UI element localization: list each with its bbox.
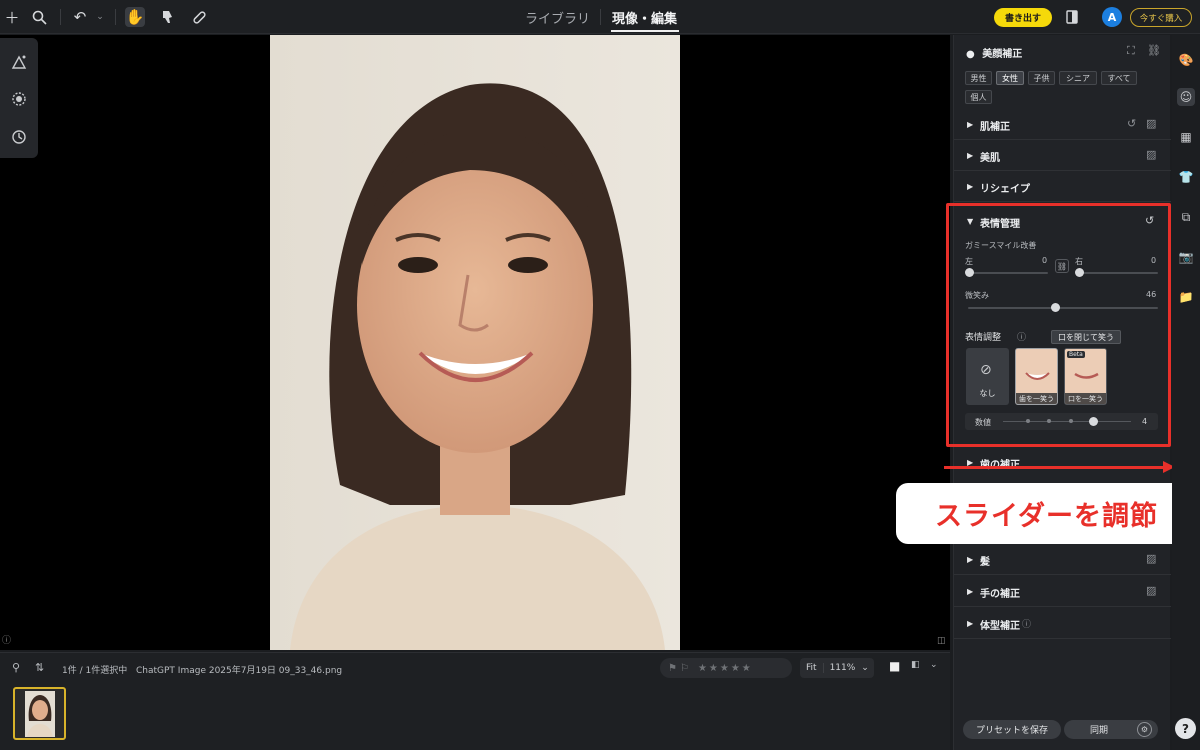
section-skin[interactable]: ▶ 肌補正 ↺ ▨ [954,110,1171,140]
face-detect-icon[interactable]: ⛶ [1127,44,1135,58]
palette-icon[interactable]: 🎨 [1177,51,1195,69]
background-icon[interactable]: ▦ [1177,128,1195,146]
undo-icon[interactable]: ↶ [70,7,90,27]
disable-icon[interactable]: ▨ [1146,552,1156,565]
section-teeth[interactable]: ▶ 歯の補正 [954,448,1171,478]
star-rating[interactable]: ★★★★★ [698,663,753,674]
expand-arrow-icon: ▶ [967,182,974,191]
tab-library[interactable]: ライブラリ [525,8,590,27]
buy-now-button[interactable]: 今すぐ購入 [1130,8,1192,27]
avatar[interactable]: A [1102,7,1122,27]
annotation-highlight-box [946,203,1171,447]
section-reshape[interactable]: ▶ リシェイプ [954,172,1171,202]
face-icon: ● [966,49,975,60]
reset-icon[interactable]: ↺ [1127,117,1136,130]
module-icon-column: 🎨 ☺ ▦ 👕 ⧉ 📷 📁 [1172,35,1200,750]
zoom-control[interactable]: Fit 111% ⌄ [800,658,874,678]
annotation-callout: スライダーを調節 [896,483,1197,544]
tab-develop[interactable]: 現像・編集 [612,8,677,27]
filter-male[interactable]: 男性 [965,71,992,85]
filter-child[interactable]: 子供 [1028,71,1055,85]
expand-arrow-icon: ▶ [967,120,974,129]
dislike-icon[interactable] [157,7,177,27]
image-canvas[interactable]: ⓘ ◫ [0,35,950,650]
help-button[interactable]: ? [1175,718,1196,739]
auto-adjust-icon[interactable] [9,52,29,72]
disable-icon[interactable]: ▨ [1146,584,1156,597]
mask-icon[interactable] [9,89,29,109]
fit-button[interactable]: Fit [800,663,824,673]
single-view-icon[interactable]: ■ [889,659,900,673]
info-icon[interactable]: ⓘ [2,633,11,646]
filter-senior[interactable]: シニア [1059,71,1097,85]
save-preset-button[interactable]: プリセットを保存 [963,720,1061,739]
help-icon[interactable]: ⓘ [1022,617,1031,630]
filter-individual[interactable]: 個人 [965,90,992,104]
active-tab-indicator [611,30,679,32]
panel-header: ● 美顔補正 [966,45,1022,60]
expand-arrow-icon: ▶ [967,619,974,628]
bandage-icon[interactable] [189,7,209,27]
flag-icon[interactable]: ⚑ [668,663,677,674]
filter-all[interactable]: すべて [1101,71,1137,85]
section-body[interactable]: ▶ 体型補正 ⓘ [954,609,1171,639]
sync-button[interactable]: 同期 ⚙ [1064,720,1158,739]
sync-settings-icon[interactable]: ⚙ [1137,722,1152,737]
link-icon[interactable]: ⛓ [1147,44,1161,57]
section-hair[interactable]: ▶ 髪 ▨ [954,545,1171,575]
filmstrip-bar: ⚲ ⇅ 1件 / 1件選択中 ChatGPT Image 2025年7月19日 … [0,652,950,750]
selection-count: 1件 / 1件選択中 [62,666,128,676]
section-hand[interactable]: ▶ 手の補正 ▨ [954,577,1171,607]
face-retouch-icon[interactable]: ☺ [1177,88,1195,106]
panel-title: 美顔補正 [982,49,1023,60]
disable-icon[interactable]: ▨ [1146,148,1156,161]
reject-flag-icon[interactable]: ⚐ [680,663,689,674]
filmstrip-thumbnail[interactable] [13,687,66,740]
chevron-down-icon[interactable]: ⌄ [861,663,869,673]
chevron-down-icon[interactable]: ⌄ [930,660,938,670]
portrait-photo [270,35,680,650]
left-tool-panel [0,38,38,158]
filter-female[interactable]: 女性 [996,71,1024,85]
sort-icon[interactable]: ⇅ [35,661,44,674]
before-after-icon[interactable]: ◧ [911,660,920,670]
expand-arrow-icon: ▶ [967,555,974,564]
rating-bar[interactable]: ⚑ ⚐ ★★★★★ [660,658,792,678]
zoom-level[interactable]: 111% [824,663,862,673]
camera-icon[interactable]: 📷 [1177,248,1195,266]
search-icon[interactable] [29,7,49,27]
folder-settings-icon[interactable]: 📁 [1177,288,1195,306]
compare-icon[interactable] [1062,7,1082,27]
add-icon[interactable]: ＋ [2,7,22,27]
split-view-icon[interactable]: ◫ [937,636,946,646]
history-icon[interactable] [9,127,29,147]
crop-icon[interactable]: ⧉ [1177,208,1195,226]
export-button[interactable]: 書き出す [994,8,1052,27]
expand-arrow-icon: ▶ [967,587,974,596]
clothing-icon[interactable]: 👕 [1177,168,1195,186]
filter-icon[interactable]: ⚲ [12,661,20,674]
expand-arrow-icon: ▶ [967,151,974,160]
file-name: ChatGPT Image 2025年7月19日 09_33_46.png [136,666,343,676]
chevron-down-icon[interactable]: ⌄ [90,7,110,27]
top-toolbar: ＋ ↶ ⌄ ✋ ライブラリ 現像・編集 書き出す A 今すぐ購入 [0,0,1200,34]
annotation-arrow [944,466,1166,469]
hand-tool-icon[interactable]: ✋ [125,7,145,27]
disable-icon[interactable]: ▨ [1146,117,1156,130]
section-beauty-skin[interactable]: ▶ 美肌 ▨ [954,141,1171,171]
